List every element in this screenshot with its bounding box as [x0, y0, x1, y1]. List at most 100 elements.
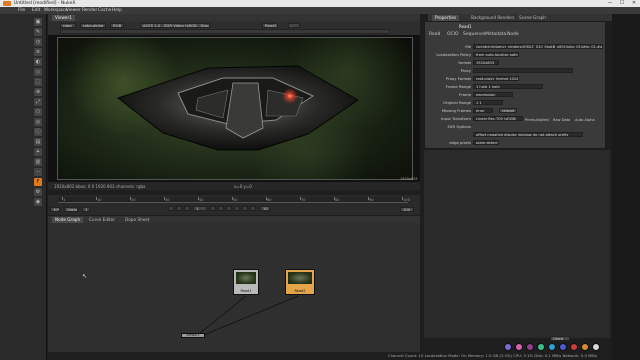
keyer-tool-icon[interactable]: ⬚ — [34, 78, 42, 86]
alpha-select[interactable]: rgba.alpha — [80, 23, 106, 28]
draw-tool-icon[interactable]: ✎ — [34, 28, 42, 36]
node-color-swatch[interactable] — [504, 343, 512, 351]
input-a-select[interactable]: Read1 — [262, 23, 278, 28]
property-value[interactable]: error — [473, 108, 493, 113]
tab-sequence[interactable]: Sequence — [463, 32, 485, 37]
toolsets-tool-icon[interactable]: ▤ — [34, 138, 42, 146]
nuke-logo-icon — [3, 1, 11, 6]
menu-cache[interactable]: Cache — [98, 8, 111, 13]
timeline-tick-label: 70 — [301, 198, 306, 202]
range-select[interactable]: Global — [64, 207, 78, 212]
play-backward-button[interactable] — [210, 206, 216, 211]
channels-select[interactable]: rgba — [60, 23, 76, 28]
input-b-select[interactable]: - — [288, 23, 300, 28]
tab-read[interactable]: Read — [429, 32, 440, 37]
exposure-gamma-bar[interactable] — [60, 29, 390, 34]
end-frame-field[interactable]: 100 — [400, 207, 414, 212]
next-keyframe-button[interactable] — [242, 206, 248, 211]
lut-select[interactable]: ACES 1.0 - SDR Video (sRGB - Display) — [140, 23, 210, 28]
node-graph[interactable]: ↖ Read1 Read2 Viewer1 — [48, 223, 420, 360]
maximize-button[interactable]: ☐ — [616, 0, 628, 7]
node-color-swatch[interactable] — [515, 343, 523, 351]
merge-tool-icon[interactable]: ⊕ — [34, 88, 42, 96]
menu-file[interactable]: File — [18, 8, 25, 13]
property-value[interactable]: offset negative display window do not at… — [473, 132, 583, 137]
particles-tool-icon[interactable]: ✦ — [34, 148, 42, 156]
ocio-tool-icon[interactable]: ◉ — [34, 198, 42, 206]
property-value[interactable]: /scratch/shipmyr_renders/IOS/LT_S10_Shot… — [473, 44, 603, 49]
minimize-button[interactable]: — — [604, 0, 616, 7]
stop-button[interactable] — [218, 206, 224, 211]
properties-empty-area: Liked — [424, 150, 610, 341]
property-value[interactable]: root.proxy_format 1024x778 — [473, 76, 519, 81]
read1-properties: Read1 Read OCIO Sequence Metadata Node f… — [424, 21, 606, 149]
3d-tool-icon[interactable]: ⬡ — [34, 108, 42, 116]
property-value[interactable]: Linear Rec.709 (sRGB) — [473, 116, 523, 121]
other-tool-icon[interactable]: ⋯ — [34, 168, 42, 176]
property-value[interactable]: 1 1 — [473, 100, 503, 105]
channel-tool-icon[interactable]: ≡ — [34, 48, 42, 56]
tab-metadata[interactable]: Metadata — [485, 32, 506, 37]
prev-keyframe-button[interactable] — [176, 206, 182, 211]
node-color-swatch[interactable] — [581, 343, 589, 351]
right-scrollbar[interactable] — [612, 14, 640, 360]
property-row: offset negative display window do not at… — [425, 132, 607, 138]
cursor-info: x=0 y=0 — [234, 184, 252, 189]
menu-render[interactable]: Render — [82, 8, 97, 13]
zoom-select[interactable]: Liked — [550, 336, 570, 341]
read1-node[interactable]: Read1 — [233, 269, 259, 295]
raw-data-checkbox[interactable]: Raw Data — [553, 118, 570, 122]
reload-button[interactable]: reload — [499, 108, 517, 113]
node-toolbar: ▣ ✎ ◷ ≡ ◐ ◇ ⬚ ⊕ ⤢ ⬡ ◎ ⓘ ▤ ✦ ▥ ⋯ F ⚙ ◉ — [0, 14, 47, 360]
property-value[interactable]: from auto-localize path — [473, 52, 519, 57]
node-color-swatch[interactable] — [537, 343, 545, 351]
deep-tool-icon[interactable]: ▥ — [34, 158, 42, 166]
transform-tool-icon[interactable]: ⤢ — [34, 98, 42, 106]
first-frame-button[interactable] — [168, 206, 174, 211]
node-color-swatch[interactable] — [548, 343, 556, 351]
furnace-tool-icon[interactable]: F — [34, 178, 42, 186]
views-tool-icon[interactable]: ◎ — [34, 118, 42, 126]
node-name-field[interactable]: Read1 — [459, 24, 472, 29]
time-tool-icon[interactable]: ◷ — [34, 38, 42, 46]
metadata-tool-icon[interactable]: ⓘ — [34, 128, 42, 136]
node-color-swatch[interactable] — [570, 343, 578, 351]
property-value[interactable]: expression — [473, 92, 513, 97]
property-value[interactable]: 1 hold 1 hold — [473, 84, 543, 89]
node-color-swatch[interactable] — [526, 343, 534, 351]
fps-field[interactable]: 30* — [50, 207, 60, 212]
timeline-ruler[interactable]: 1 10 20 30 40 50 60 70 80 90 100 — [58, 197, 410, 203]
filter-tool-icon[interactable]: ◇ — [34, 68, 42, 76]
property-value[interactable]: 1920x803 — [473, 60, 499, 65]
menu-workspace[interactable]: Workspace — [44, 8, 68, 13]
image-tool-icon[interactable]: ▣ — [34, 18, 42, 26]
property-row: Frame Range 1 hold 1 hold — [425, 84, 607, 90]
play-forward-button[interactable] — [226, 206, 232, 211]
settings-tool-icon[interactable]: ⚙ — [34, 188, 42, 196]
next-frame-button[interactable] — [234, 206, 240, 211]
prev-frame-button[interactable] — [184, 206, 190, 211]
premultiplied-checkbox[interactable]: Premultiplied — [525, 118, 549, 122]
increment-field[interactable]: 10 — [260, 206, 270, 211]
auto-alpha-checkbox[interactable]: Auto Alpha — [575, 118, 595, 122]
read2-node[interactable]: Read2 — [285, 269, 315, 295]
property-label: Original Range — [442, 100, 471, 105]
menu-edit[interactable]: Edit — [32, 8, 40, 13]
menu-help[interactable]: Help — [112, 8, 122, 13]
start-frame-field[interactable]: 1 — [82, 207, 90, 212]
node-color-swatch[interactable] — [592, 343, 600, 351]
colorspace-select[interactable]: RGB — [110, 23, 124, 28]
node-color-swatch[interactable] — [559, 343, 567, 351]
current-frame-field[interactable]: 1 — [193, 206, 207, 211]
menu-viewer[interactable]: Viewer — [66, 8, 81, 13]
close-button[interactable]: ✕ — [628, 0, 640, 7]
property-value[interactable]: plate detect — [473, 140, 499, 145]
property-value[interactable] — [473, 68, 573, 73]
viewer1-node[interactable]: Viewer1 — [181, 333, 205, 338]
tab-ocio[interactable]: OCIO — [447, 32, 459, 37]
color-tool-icon[interactable]: ◐ — [34, 58, 42, 66]
tab-node[interactable]: Node — [507, 32, 519, 37]
last-frame-button[interactable] — [250, 206, 256, 211]
timeline-tick-label: 40 — [199, 198, 204, 202]
viewer-image[interactable] — [57, 37, 413, 180]
